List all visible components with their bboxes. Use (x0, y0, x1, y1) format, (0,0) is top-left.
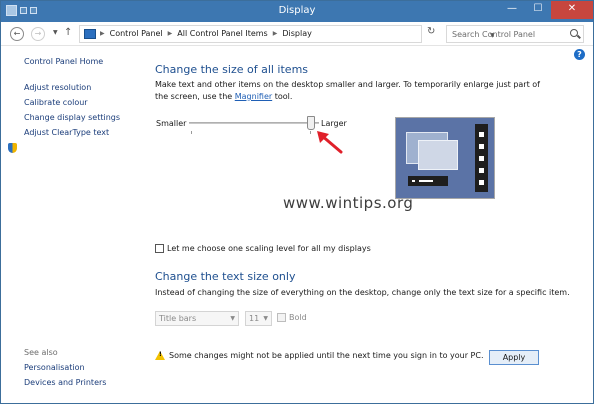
section-description: Make text and other items on the desktop… (155, 79, 555, 103)
breadcrumb-display[interactable]: Display (282, 29, 312, 38)
slider-max-label: Larger (321, 119, 347, 128)
maximize-button[interactable]: ☐ (525, 1, 551, 19)
help-icon[interactable]: ? (574, 49, 585, 60)
sidebar: Control Panel Home Adjust resolution Cal… (1, 47, 141, 403)
search-icon[interactable] (570, 29, 578, 37)
sidebar-control-panel-home[interactable]: Control Panel Home (24, 57, 103, 66)
chevron-right-icon[interactable]: ▶ (100, 30, 105, 38)
scaling-checkbox[interactable] (155, 244, 164, 253)
scaling-checkbox-label[interactable]: Let me choose one scaling level for all … (167, 244, 371, 253)
sidebar-item-adjust-resolution[interactable]: Adjust resolution (24, 83, 91, 92)
display-preview (395, 117, 495, 199)
see-also-devices-printers[interactable]: Devices and Printers (24, 378, 106, 387)
watermark: www.wintips.org (283, 194, 414, 212)
bold-checkbox-label: Bold (289, 313, 307, 322)
shield-icon (8, 143, 17, 153)
description-text-end: tool. (272, 92, 293, 101)
see-also-personalisation[interactable]: Personalisation (24, 363, 85, 372)
size-slider-track[interactable] (189, 122, 319, 124)
breadcrumb-control-panel[interactable]: Control Panel (110, 29, 163, 38)
window-controls: — ☐ ✕ (499, 1, 593, 19)
chevron-down-icon: ▼ (263, 315, 268, 322)
back-button[interactable]: ← (10, 27, 24, 41)
scaling-checkbox-row[interactable]: Let me choose one scaling level for all … (155, 244, 371, 253)
apply-button[interactable]: Apply (489, 350, 539, 365)
size-slider-thumb[interactable] (307, 116, 315, 130)
warning-icon (155, 351, 165, 360)
section2-description: Instead of changing the size of everythi… (155, 288, 570, 297)
breadcrumb: ▶ Control Panel ▶ All Control Panel Item… (100, 29, 312, 38)
preview-window-front (418, 140, 458, 170)
sidebar-item-adjust-cleartype[interactable]: Adjust ClearType text (24, 128, 109, 137)
restart-warning: Some changes might not be applied until … (155, 351, 484, 360)
item-select[interactable]: Title bars ▼ (155, 311, 239, 326)
control-panel-icon (84, 29, 96, 39)
preview-taskbar-item (412, 180, 415, 182)
title-bar: Display — ☐ ✕ (1, 1, 593, 22)
preview-charm-icon (479, 144, 484, 149)
see-also-heading: See also (24, 348, 58, 357)
magnifier-link[interactable]: Magnifier (235, 92, 272, 101)
refresh-button[interactable]: ↻ (427, 26, 435, 37)
preview-charm-icon (479, 180, 484, 185)
sidebar-item-calibrate-colour[interactable]: Calibrate colour (24, 98, 88, 107)
item-select-value: Title bars (159, 314, 197, 323)
sidebar-item-change-display-settings[interactable]: Change display settings (24, 113, 120, 122)
close-button[interactable]: ✕ (551, 1, 593, 19)
description-text: Make text and other items on the desktop… (155, 80, 540, 101)
chevron-right-icon[interactable]: ▶ (273, 30, 278, 38)
bold-checkbox[interactable] (277, 313, 286, 322)
slider-tick (310, 131, 311, 134)
preview-charm-icon (479, 132, 484, 137)
section-title-size-all-items: Change the size of all items (155, 63, 309, 76)
chevron-down-icon: ▼ (230, 315, 235, 322)
slider-tick (191, 131, 192, 134)
slider-min-label: Smaller (156, 119, 187, 128)
search-box (446, 25, 584, 43)
navigation-bar: ← → ▼ ↑ ▶ Control Panel ▶ All Control Pa… (1, 22, 593, 46)
forward-button[interactable]: → (31, 27, 45, 41)
section-title-text-size: Change the text size only (155, 270, 296, 283)
preview-charm-icon (479, 168, 484, 173)
display-window: Display — ☐ ✕ ← → ▼ ↑ ▶ Control Panel ▶ … (0, 0, 594, 404)
preview-charm-icon (479, 156, 484, 161)
preview-taskbar (408, 176, 448, 186)
up-button[interactable]: ↑ (64, 27, 72, 38)
font-size-select-value: 11 (249, 314, 260, 323)
preview-charms-bar (475, 124, 488, 192)
minimize-button[interactable]: — (499, 1, 525, 19)
search-input[interactable] (452, 28, 562, 40)
recent-locations-chevron-icon[interactable]: ▼ (53, 29, 58, 36)
warning-text: Some changes might not be applied until … (169, 351, 484, 360)
font-size-select[interactable]: 11 ▼ (245, 311, 272, 326)
breadcrumb-all-items[interactable]: All Control Panel Items (177, 29, 267, 38)
bold-checkbox-row[interactable]: Bold (277, 313, 307, 322)
preview-taskbar-item (419, 180, 433, 182)
chevron-right-icon[interactable]: ▶ (168, 30, 173, 38)
main-content: ? Change the size of all items Make text… (155, 47, 585, 403)
red-arrow-icon (317, 131, 343, 154)
address-bar[interactable]: ▶ Control Panel ▶ All Control Panel Item… (79, 25, 495, 43)
